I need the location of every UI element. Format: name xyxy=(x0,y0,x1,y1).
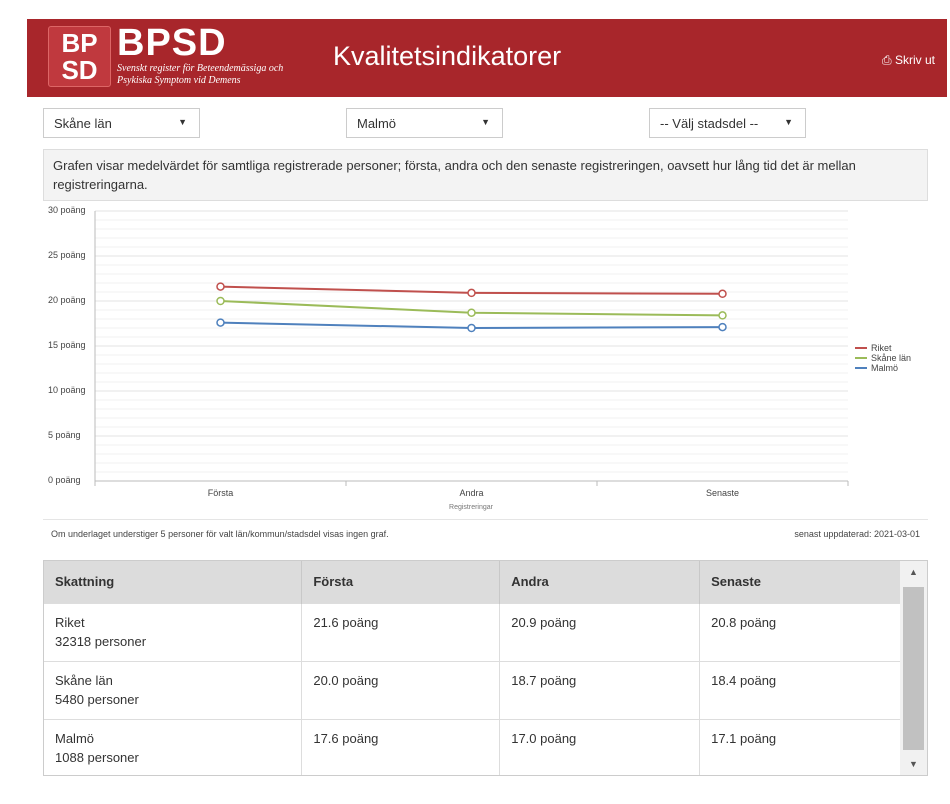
table-header-row: Skattning Första Andra Senaste xyxy=(44,561,901,603)
scroll-up-icon[interactable]: ▲ xyxy=(900,561,927,583)
legend-swatch xyxy=(855,367,867,369)
print-label: Skriv ut xyxy=(894,53,935,67)
scroll-thumb[interactable] xyxy=(903,587,924,750)
table-cell: 20.9 poäng xyxy=(499,602,701,661)
table-row: Malmö 1088 personer 17.6 poäng 17.0 poäng… xyxy=(44,718,901,775)
row-name: Malmö xyxy=(55,730,95,746)
divider xyxy=(43,519,928,520)
x-tick-label: Första xyxy=(207,488,234,498)
legend-label: Skåne län xyxy=(871,353,912,363)
municipality-select[interactable]: Malmö ▼ xyxy=(346,108,503,138)
last-updated: senast uppdaterad: 2021-03-01 xyxy=(794,529,920,539)
data-point[interactable] xyxy=(216,318,225,327)
info-box: Grafen visar medelvärdet för samtliga re… xyxy=(43,149,928,201)
legend-item[interactable]: Riket xyxy=(855,343,911,353)
chevron-down-icon: ▼ xyxy=(178,117,187,127)
municipality-value: Malmö xyxy=(357,116,397,131)
app-header: BP SD BPSD Svenskt register för Beteende… xyxy=(27,19,947,97)
table-cell: 17.6 poäng xyxy=(301,718,501,775)
scroll-down-icon[interactable]: ▼ xyxy=(900,753,927,775)
county-select[interactable]: Skåne län ▼ xyxy=(43,108,200,138)
y-tick-label: 15 poäng xyxy=(48,340,86,350)
row-persons: 32318 personer xyxy=(55,633,147,649)
legend-item[interactable]: Malmö xyxy=(855,363,911,373)
table-scrollbar[interactable]: ▲ ▼ xyxy=(900,561,927,775)
legend-label: Malmö xyxy=(871,363,899,373)
y-tick-label: 10 poäng xyxy=(48,385,86,395)
data-point[interactable] xyxy=(718,311,727,320)
table-cell: 17.0 poäng xyxy=(499,718,701,775)
logo-line-2: SD xyxy=(61,55,98,85)
chevron-down-icon: ▼ xyxy=(481,117,490,127)
table-cell: 20.8 poäng xyxy=(699,602,901,661)
x-tick-label: Senaste xyxy=(705,488,740,498)
line-chart: 0 poäng 5 poäng 10 poäng 15 poäng 20 poäng 25… xyxy=(43,201,928,516)
brand: BPSD Svenskt register för Beteendemässig… xyxy=(117,23,317,87)
y-tick-label: 5 poäng xyxy=(48,430,81,440)
chart-legend: Riket Skåne län Malmö xyxy=(855,343,911,373)
y-tick-label: 0 poäng xyxy=(48,475,81,485)
column-header: Senaste xyxy=(699,561,901,603)
data-point[interactable] xyxy=(467,308,476,317)
row-persons: 5480 personer xyxy=(55,691,139,707)
printer-icon: ⎙ xyxy=(882,53,892,67)
x-axis-label: Registreringar xyxy=(449,504,493,511)
print-button[interactable]: ⎙ Skriv ut xyxy=(882,53,935,68)
table-row: Riket 32318 personer 21.6 poäng 20.9 poän… xyxy=(44,602,901,661)
table-cell: 21.6 poäng xyxy=(301,602,501,661)
results-table: Skattning Första Andra Senaste Riket 3231… xyxy=(43,560,928,776)
legend-label: Riket xyxy=(871,343,892,353)
table-cell: 18.7 poäng xyxy=(499,660,701,719)
table-cell: 18.4 poäng xyxy=(699,660,901,719)
row-persons: 1088 personer xyxy=(55,749,139,765)
column-header: Första xyxy=(301,561,501,603)
legend-swatch xyxy=(855,347,867,349)
logo: BP SD xyxy=(48,26,111,87)
table-row: Skåne län 5480 personer 20.0 poäng 18.7 p… xyxy=(44,660,901,719)
data-point[interactable] xyxy=(718,322,727,332)
data-point[interactable] xyxy=(467,323,476,333)
chart-plot xyxy=(94,210,849,486)
row-name: Skåne län xyxy=(55,672,113,688)
brand-subtitle: Svenskt register för Beteendemässiga och… xyxy=(117,63,284,86)
data-point[interactable] xyxy=(216,282,225,291)
legend-swatch xyxy=(855,357,867,359)
column-header: Andra xyxy=(499,561,701,603)
table-cell: 17.1 poäng xyxy=(699,718,901,775)
district-value: -- Välj stadsdel -- xyxy=(660,116,759,131)
data-point[interactable] xyxy=(718,289,727,299)
data-point[interactable] xyxy=(467,288,476,298)
column-header: Skattning xyxy=(44,561,303,603)
legend-item[interactable]: Skåne län xyxy=(855,353,911,363)
footnote: Om underlaget understiger 5 personer för… xyxy=(51,529,389,539)
y-tick-label: 20 poäng xyxy=(48,295,86,305)
logo-line-1: BP xyxy=(61,28,98,58)
chevron-down-icon: ▼ xyxy=(784,117,793,127)
page-title: Kvalitetsindikatorer xyxy=(333,41,562,71)
county-value: Skåne län xyxy=(54,116,112,131)
data-point[interactable] xyxy=(216,296,225,306)
y-tick-label: 30 poäng xyxy=(48,205,86,215)
row-name: Riket xyxy=(55,614,85,630)
y-tick-label: 25 poäng xyxy=(48,250,86,260)
brand-name: BPSD xyxy=(117,22,227,64)
district-select[interactable]: -- Välj stadsdel -- ▼ xyxy=(649,108,806,138)
table-cell: 20.0 poäng xyxy=(301,660,501,719)
x-tick-label: Andra xyxy=(459,488,484,498)
